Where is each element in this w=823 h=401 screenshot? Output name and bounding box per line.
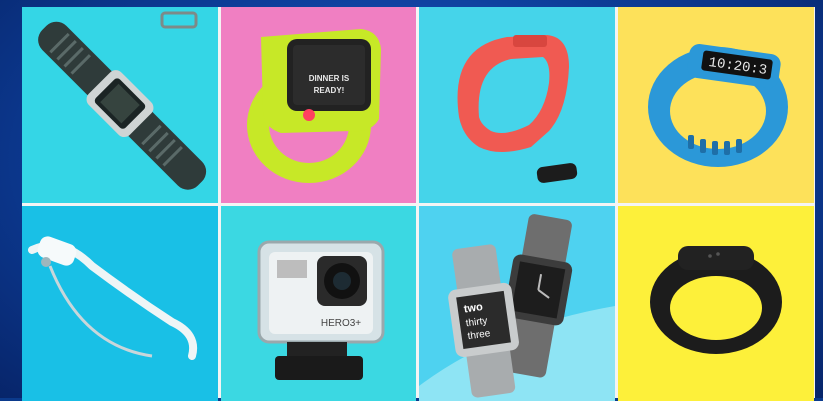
tile-kids-smartwatch: DINNER IS READY!	[221, 7, 416, 203]
tile-smart-glasses	[22, 206, 218, 401]
tile-blue-fitness-band: 10:20:3	[618, 7, 814, 203]
sports-watch-illustration	[22, 7, 218, 203]
blue-fitness-band-illustration: 10:20:3	[618, 7, 814, 203]
tile-black-fitness-band	[618, 206, 814, 401]
watch-message-line-2: READY!	[314, 86, 345, 95]
smart-glasses-illustration	[22, 206, 218, 401]
product-grid: DINNER IS READY! 10:20:3 HERO3+ two thir…	[22, 7, 815, 401]
tile-sports-watch	[22, 7, 218, 203]
tile-action-camera: HERO3+	[221, 206, 416, 401]
smartwatches-illustration: two thirty three	[419, 206, 615, 401]
black-fitness-band-illustration	[618, 206, 814, 401]
camera-model-label: HERO3+	[321, 318, 361, 329]
tile-smartwatches: two thirty three	[419, 206, 615, 401]
kids-smartwatch-illustration: DINNER IS READY!	[221, 7, 416, 203]
tile-red-fitness-band	[419, 7, 615, 203]
red-fitness-band-illustration	[419, 7, 615, 203]
photo-collage: DINNER IS READY! 10:20:3 HERO3+ two thir…	[0, 0, 823, 401]
action-camera-illustration: HERO3+	[221, 206, 416, 401]
watch-message-line-1: DINNER IS	[309, 74, 350, 83]
